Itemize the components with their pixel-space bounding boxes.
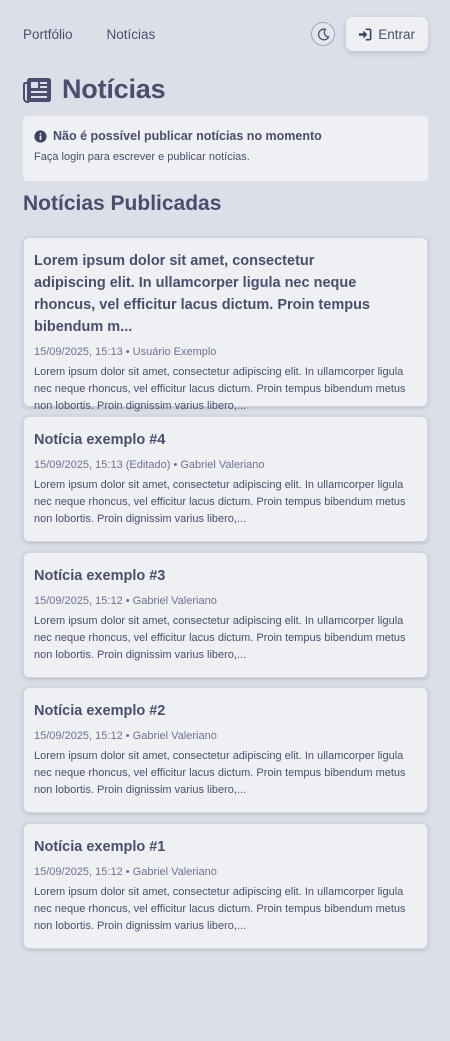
article-title[interactable]: Notícia exemplo #2 (34, 700, 417, 722)
article-meta: 15/09/2025, 15:12 • Gabriel Valeriano (34, 866, 217, 878)
article-meta: 15/09/2025, 15:13 (Editado) • Gabriel Va… (34, 459, 265, 471)
notice-heading: Não é possível publicar notícias no mome… (53, 129, 322, 143)
notice-heading-row: Não é possível publicar notícias no mome… (34, 129, 417, 143)
article-title[interactable]: Notícia exemplo #4 (34, 429, 417, 451)
notice-body: Faça login para escrever e publicar notí… (34, 151, 250, 163)
article-card[interactable]: Notícia exemplo #2 15/09/2025, 15:12 • G… (23, 687, 428, 813)
article-card[interactable]: Notícia exemplo #1 15/09/2025, 15:12 • G… (23, 823, 428, 949)
page-title: Notícias (62, 74, 166, 104)
article-excerpt: Lorem ipsum dolor sit amet, consectetur … (34, 886, 406, 932)
article-card[interactable]: Notícia exemplo #3 15/09/2025, 15:12 • G… (23, 552, 428, 678)
article-excerpt: Lorem ipsum dolor sit amet, consectetur … (34, 479, 406, 525)
article-title[interactable]: Lorem ipsum dolor sit amet, consectetur … (34, 250, 417, 338)
article-meta: 15/09/2025, 15:12 • Gabriel Valeriano (34, 595, 217, 607)
article-meta: 15/09/2025, 15:12 • Gabriel Valeriano (34, 730, 217, 742)
article-card[interactable]: Lorem ipsum dolor sit amet, consectetur … (23, 237, 428, 412)
section-title: Notícias Publicadas (23, 192, 222, 215)
article-excerpt: Lorem ipsum dolor sit amet, consectetur … (34, 615, 406, 661)
login-button-label: Entrar (378, 26, 415, 42)
top-navbar: Portfólio Notícias Entrar (23, 16, 428, 52)
theme-toggle-button[interactable] (311, 22, 336, 46)
info-notice: Não é possível publicar notícias no mome… (23, 116, 428, 181)
article-title[interactable]: Notícia exemplo #3 (34, 565, 417, 587)
page-header: Notícias (23, 74, 166, 105)
nav-link-noticias[interactable]: Notícias (107, 27, 156, 42)
moon-icon (317, 27, 330, 41)
article-meta: 15/09/2025, 15:13 • Usuário Exemplo (34, 346, 217, 358)
article-card[interactable]: Notícia exemplo #4 15/09/2025, 15:13 (Ed… (23, 416, 428, 542)
newspaper-icon (23, 77, 52, 103)
article-title[interactable]: Notícia exemplo #1 (34, 836, 417, 858)
login-button[interactable]: Entrar (346, 17, 428, 51)
article-excerpt: Lorem ipsum dolor sit amet, consectetur … (34, 366, 406, 412)
article-excerpt: Lorem ipsum dolor sit amet, consectetur … (34, 750, 406, 796)
info-circle-icon (34, 129, 47, 143)
nav-link-portfolio[interactable]: Portfólio (23, 27, 73, 42)
sign-in-icon (358, 27, 372, 41)
